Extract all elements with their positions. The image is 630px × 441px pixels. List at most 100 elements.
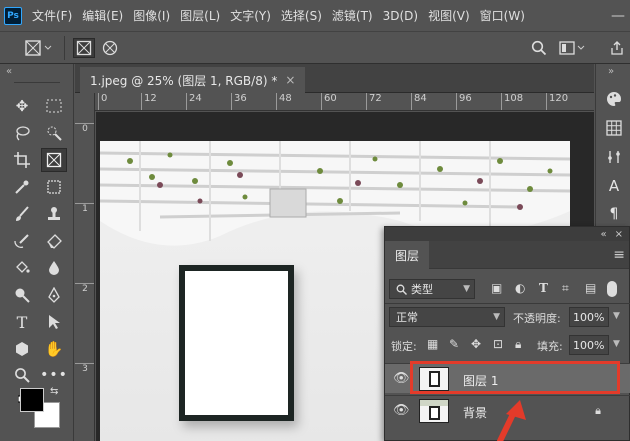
layer-filter-select[interactable]: 类型 ▼ (389, 279, 475, 299)
paragraph-icon: ¶ (609, 206, 619, 222)
minimize-button[interactable]: — (606, 0, 630, 31)
panel-menu-icon[interactable]: ≡ (613, 247, 625, 263)
eyedropper-tool[interactable] (9, 175, 35, 199)
blur-tool[interactable] (41, 256, 67, 280)
vertical-ruler[interactable]: 0 1 2 3 (75, 93, 95, 441)
adjustments-panel-button[interactable] (604, 147, 624, 167)
menu-bar: Ps 文件(F) 编辑(E) 图像(I) 图层(L) 文字(Y) 选择(S) 滤… (0, 0, 630, 31)
workspace-switcher[interactable] (559, 38, 585, 58)
filter-type-icon[interactable]: T (539, 281, 548, 295)
horizontal-ruler[interactable]: 0 12 24 36 48 60 72 84 96 108 120 (95, 93, 594, 111)
ruler-tick: 0 (98, 93, 107, 110)
filter-pixel-icon[interactable]: ▣ (491, 281, 502, 295)
menu-view[interactable]: 视图(V) (428, 7, 470, 24)
annotation-arrow (497, 400, 526, 441)
layer-name[interactable]: 背景 (463, 404, 487, 421)
quick-selection-icon (47, 126, 62, 141)
expand-panels-icon[interactable]: » (608, 66, 614, 77)
pen-tool[interactable] (41, 283, 67, 307)
ruler-tick: 36 (231, 93, 247, 110)
paint-bucket-icon (16, 261, 30, 273)
paragraph-panel-button[interactable]: ¶ (604, 204, 624, 224)
lock-transparent-icon[interactable]: ▦ (427, 337, 438, 351)
menu-filter[interactable]: 滤镜(T) (332, 7, 373, 24)
hand-tool[interactable]: ✋ (41, 337, 67, 361)
swatches-panel-button[interactable] (604, 118, 624, 138)
swatches-grid-icon (606, 120, 622, 136)
menu-type[interactable]: 文字(Y) (230, 7, 271, 24)
quick-selection-tool[interactable] (41, 121, 67, 145)
chevron-down-icon[interactable]: ▼ (613, 339, 620, 349)
ruler-tick: 1 (75, 203, 94, 214)
search-button[interactable] (529, 38, 549, 58)
close-panel-icon[interactable]: × (615, 229, 623, 240)
lock-position-icon[interactable]: ✥ (471, 337, 481, 351)
close-document-icon[interactable]: × (285, 73, 295, 87)
type-tool[interactable]: T (9, 310, 35, 334)
ruler-tick: 12 (141, 93, 157, 110)
rect-frame-button[interactable] (73, 38, 95, 58)
fill-field[interactable]: 100% (569, 335, 609, 355)
share-icon (611, 41, 623, 55)
blur-drop-icon (49, 261, 59, 275)
chevron-down-icon[interactable]: ▼ (613, 311, 620, 321)
marquee-tool[interactable] (41, 94, 67, 118)
ellipse-frame-button[interactable] (99, 38, 121, 58)
eraser-icon (47, 234, 62, 249)
lock-label: 锁定: (391, 340, 417, 353)
collapse-tools-icon[interactable]: « (6, 66, 12, 77)
share-button[interactable] (608, 38, 626, 58)
tab-layers[interactable]: 图层 (385, 241, 430, 269)
filter-toggle-icon[interactable] (607, 281, 617, 297)
visibility-eye-icon[interactable]: 👁︎ (393, 371, 410, 386)
character-panel-button[interactable]: A (604, 176, 624, 196)
lock-all-icon[interactable]: 🔒︎ (515, 337, 521, 352)
picture-frame[interactable] (179, 265, 294, 421)
frame-shape-icon (47, 180, 61, 194)
frame-shape-tool[interactable] (41, 175, 67, 199)
swap-colors-icon[interactable]: ⇆ (50, 386, 58, 397)
history-brush-icon (14, 234, 29, 248)
menu-select[interactable]: 选择(S) (281, 7, 322, 24)
eraser-tool[interactable] (41, 229, 67, 253)
crop-tool[interactable] (9, 148, 35, 172)
move-tool[interactable]: ✥ (9, 94, 35, 118)
dodge-tool[interactable] (9, 283, 35, 307)
menu-layer[interactable]: 图层(L) (180, 7, 220, 24)
visibility-eye-icon[interactable]: 👁︎ (393, 403, 410, 418)
path-selection-tool[interactable] (41, 310, 67, 334)
eyedropper-icon (15, 180, 29, 194)
lock-icon: 🔒︎ (595, 404, 601, 417)
document-tab[interactable]: 1.jpeg @ 25% (图层 1, RGB/8) * × (80, 67, 306, 93)
ruler-tick: 48 (276, 93, 292, 110)
menu-window[interactable]: 窗口(W) (480, 7, 525, 24)
menu-file[interactable]: 文件(F) (32, 7, 72, 24)
color-panel-button[interactable] (604, 89, 624, 109)
frame-tool[interactable] (41, 148, 67, 172)
history-brush-tool[interactable] (9, 229, 35, 253)
zoom-tool[interactable] (9, 363, 35, 387)
lock-image-brush-icon[interactable]: ✎ (449, 337, 459, 351)
paint-bucket-tool[interactable] (9, 256, 35, 280)
blend-mode-select[interactable]: 正常 ▼ (389, 307, 505, 327)
filter-adjustment-icon[interactable]: ◐ (515, 281, 525, 295)
foreground-color-swatch[interactable] (20, 388, 44, 412)
opacity-field[interactable]: 100% (569, 307, 609, 327)
more-tools-button[interactable]: ••• (40, 363, 67, 387)
lasso-tool[interactable] (9, 121, 35, 145)
menu-3d[interactable]: 3D(D) (383, 9, 418, 23)
ruler-tick: 108 (501, 93, 523, 110)
ruler-tick: 2 (75, 283, 94, 294)
filter-shape-icon[interactable]: ⌗ (562, 281, 569, 296)
brush-tool[interactable] (9, 202, 35, 226)
frame-placeholder (185, 271, 288, 415)
frame-tool-preset-picker[interactable] (22, 38, 56, 58)
lock-artboard-icon[interactable]: ⊡ (493, 337, 503, 351)
filter-smart-object-icon[interactable]: ▤ (585, 281, 596, 295)
collapse-icon[interactable]: « (600, 229, 606, 240)
shape-tool[interactable] (9, 337, 35, 361)
stamp-tool[interactable] (41, 202, 67, 226)
type-icon: T (16, 312, 28, 332)
menu-edit[interactable]: 编辑(E) (82, 7, 123, 24)
menu-image[interactable]: 图像(I) (133, 7, 170, 24)
